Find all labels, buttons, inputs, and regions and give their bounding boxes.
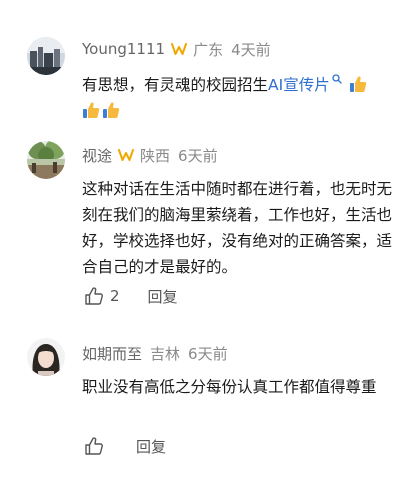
like-count: 2 bbox=[110, 287, 120, 305]
author-name[interactable]: 视途 bbox=[82, 145, 112, 166]
timestamp: 6天前 bbox=[178, 146, 218, 165]
thumbs-up-emoji-icon bbox=[103, 102, 120, 118]
comment-text: 这种对话在生活中随时都在进行着，也无时无刻在我们的脑海里萦绕着，工作也好，生活也… bbox=[82, 180, 393, 276]
comment-actions: 回复 bbox=[84, 435, 166, 457]
avatar[interactable] bbox=[27, 338, 65, 376]
comment-item: 视途 陕西 6天前 这种对话在生活中随时都在进行着，也无时无刻在我们的脑海里萦绕… bbox=[0, 130, 418, 330]
avatar[interactable] bbox=[27, 141, 65, 179]
location: 广东 bbox=[193, 40, 224, 59]
comment-text-part: 有思想，有灵魂的校园招生 bbox=[82, 76, 269, 94]
comment-text: 职业没有高低之分每份认真工作都值得尊重 bbox=[82, 378, 377, 396]
reply-button[interactable]: 回复 bbox=[148, 286, 178, 307]
comment-meta: 如期而至 吉林 6天前 bbox=[82, 343, 228, 363]
author-name[interactable]: Young1111 bbox=[82, 40, 165, 58]
timestamp: 4天前 bbox=[231, 40, 271, 59]
comment-actions: 2 回复 bbox=[84, 285, 178, 307]
author-badge-icon bbox=[118, 149, 135, 161]
location: 陕西 bbox=[140, 146, 171, 165]
like-button[interactable]: 2 bbox=[84, 286, 120, 306]
like-button[interactable] bbox=[84, 436, 104, 456]
timestamp: 6天前 bbox=[188, 344, 228, 363]
thumbs-up-icon bbox=[85, 287, 103, 305]
search-icon bbox=[332, 74, 342, 84]
comment-meta: Young1111 广东 4天前 bbox=[82, 39, 271, 59]
thumbs-up-emoji-icon bbox=[349, 76, 366, 92]
comment-item: 如期而至 吉林 6天前 职业没有高低之分每份认真工作都值得尊重 回复 bbox=[0, 330, 418, 479]
comment-item: Young1111 广东 4天前 有思想，有灵魂的校园招生AI宣传片 bbox=[0, 0, 418, 130]
search-link[interactable]: AI宣传片 bbox=[268, 76, 330, 94]
thumbs-up-icon bbox=[85, 437, 103, 455]
avatar[interactable] bbox=[27, 37, 65, 75]
author-name[interactable]: 如期而至 bbox=[82, 343, 142, 364]
author-badge-icon bbox=[171, 43, 188, 55]
thumbs-up-emoji-icon bbox=[83, 102, 100, 118]
comment-text: 有思想，有灵魂的校园招生AI宣传片 bbox=[82, 72, 402, 124]
comment-meta: 视途 陕西 6天前 bbox=[82, 145, 218, 165]
location: 吉林 bbox=[150, 344, 181, 363]
reply-button[interactable]: 回复 bbox=[136, 436, 166, 457]
